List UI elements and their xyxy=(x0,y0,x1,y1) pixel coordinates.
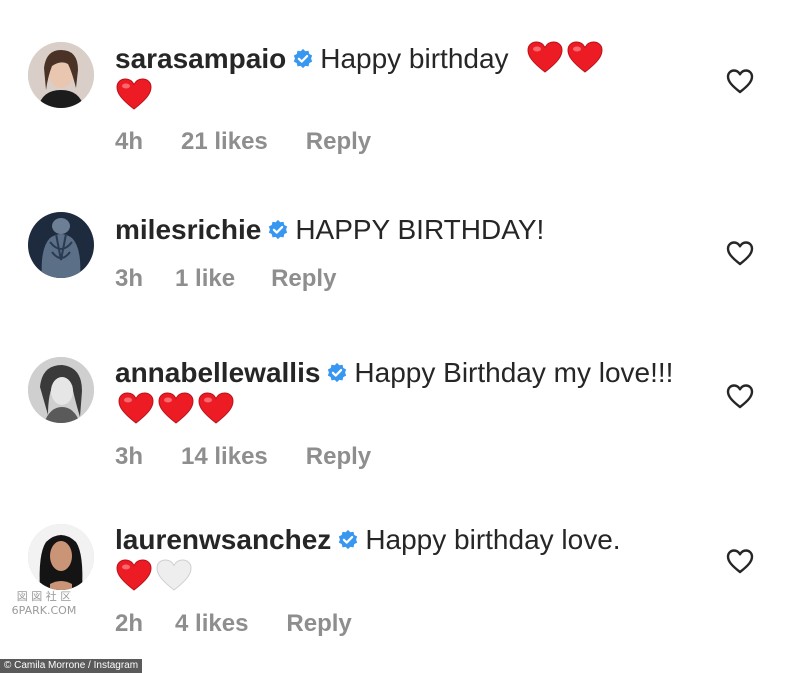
username[interactable]: sarasampaio xyxy=(115,43,286,74)
red-heart-emoji xyxy=(566,40,604,74)
heart-outline-icon[interactable] xyxy=(726,548,754,574)
watermark-line1: 図 図 社 区 xyxy=(16,590,72,603)
comment-text: milesrichie HAPPY BIRTHDAY! xyxy=(115,212,675,248)
username[interactable]: laurenwsanchez xyxy=(115,524,331,555)
reply-button[interactable]: Reply xyxy=(306,443,371,471)
heart-outline-icon[interactable] xyxy=(726,240,754,266)
comment-text: sarasampaio Happy birthday xyxy=(115,40,675,114)
photo-credit: © Camila Morrone / Instagram xyxy=(0,659,143,673)
verified-badge-icon xyxy=(292,48,314,70)
avatar[interactable] xyxy=(28,524,94,590)
comment-time: 3h xyxy=(115,265,144,292)
heart-outline-icon[interactable] xyxy=(726,383,754,409)
username[interactable]: annabellewallis xyxy=(115,357,320,388)
comment-meta: 3h 1 like Reply xyxy=(115,265,374,293)
reply-button[interactable]: Reply xyxy=(271,265,336,293)
comment-meta: 4h 21 likes Reply xyxy=(115,128,409,156)
comment-body: Happy birthday xyxy=(320,43,509,74)
watermark: 図 図 社 区 6PARK.COM xyxy=(8,590,80,620)
red-heart-emoji xyxy=(115,558,153,592)
likes-count[interactable]: 1 like xyxy=(175,265,235,293)
verified-badge-icon xyxy=(337,529,359,551)
red-heart-emoji xyxy=(197,391,235,425)
comment-time: 3h xyxy=(115,443,144,470)
comment-time: 4h xyxy=(115,128,144,155)
red-heart-emoji xyxy=(115,77,153,111)
username[interactable]: milesrichie xyxy=(115,214,261,245)
likes-count[interactable]: 14 likes xyxy=(181,443,268,471)
reply-button[interactable]: Reply xyxy=(286,610,351,638)
heart-outline-icon[interactable] xyxy=(726,68,754,94)
comment-text: laurenwsanchez Happy birthday love. xyxy=(115,522,675,595)
likes-count[interactable]: 4 likes xyxy=(175,610,248,638)
white-heart-emoji xyxy=(155,558,193,592)
verified-badge-icon xyxy=(267,219,289,241)
comment-meta: 3h 14 likes Reply xyxy=(115,443,409,471)
comment-body: Happy Birthday my love!!! xyxy=(354,357,674,388)
comment-body: Happy birthday love. xyxy=(365,524,621,555)
avatar[interactable] xyxy=(28,42,94,108)
avatar[interactable] xyxy=(28,212,94,278)
comment-body: HAPPY BIRTHDAY! xyxy=(295,214,545,245)
comment-text: annabellewallis Happy Birthday my love!!! xyxy=(115,355,675,428)
verified-badge-icon xyxy=(326,362,348,384)
watermark-line2: 6PARK.COM xyxy=(11,604,77,617)
likes-count[interactable]: 21 likes xyxy=(181,128,268,156)
red-heart-emoji xyxy=(526,40,564,74)
reply-button[interactable]: Reply xyxy=(306,128,371,156)
red-heart-emoji xyxy=(117,391,155,425)
red-heart-emoji xyxy=(157,391,195,425)
avatar[interactable] xyxy=(28,357,94,423)
comment-time: 2h xyxy=(115,610,144,637)
comment-meta: 2h 4 likes Reply xyxy=(115,610,390,638)
